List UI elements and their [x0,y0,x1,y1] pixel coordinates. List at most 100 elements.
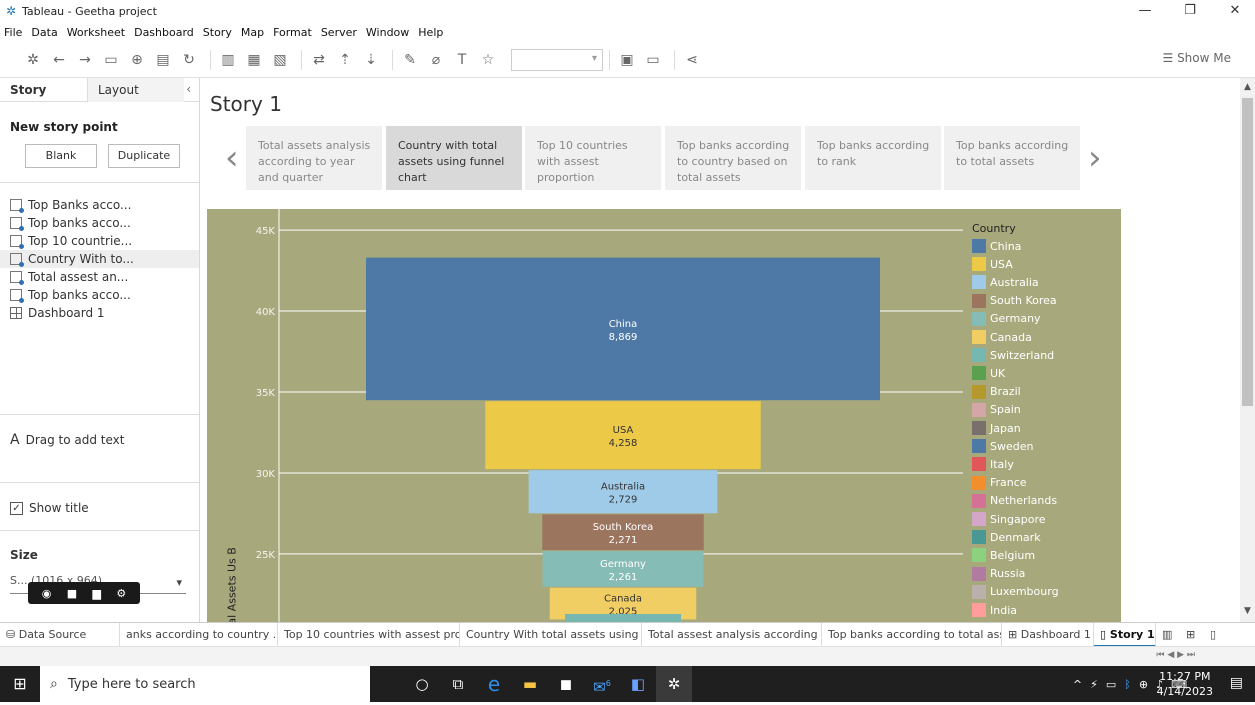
sort-ascending-icon[interactable]: ⇡ [334,49,356,71]
legend-item[interactable]: Russia [972,565,1025,583]
show-me-button[interactable]: ☰ Show Me [1162,51,1231,65]
menu-file[interactable]: File [4,26,22,39]
taskbar-search-input[interactable]: ⌕ Type here to search [40,666,370,702]
show-mark-labels-icon[interactable]: T [451,49,473,71]
legend-item[interactable]: Singapore [972,510,1046,528]
legend-item[interactable]: Japan [972,419,1021,437]
duplicate-button[interactable]: Duplicate [108,144,180,168]
tab-sheet[interactable]: Country With total assets using f... [460,622,642,647]
menu-help[interactable]: Help [418,26,443,39]
legend-item[interactable]: UK [972,364,1005,382]
store-icon[interactable]: ◼ [548,666,584,702]
legend-item[interactable]: Italy [972,455,1014,473]
legend-item[interactable]: China [972,237,1021,255]
presentation-mode-icon[interactable]: ▭ [642,49,664,71]
menu-window[interactable]: Window [366,26,409,39]
scroll-down-arrow-icon[interactable]: ▼ [1242,606,1253,616]
list-item[interactable]: Total assest an... [0,268,199,286]
tableau-taskbar-icon[interactable]: ✲ [656,666,692,702]
menu-dashboard[interactable]: Dashboard [134,26,194,39]
menu-worksheet[interactable]: Worksheet [67,26,125,39]
scroll-up-arrow-icon[interactable]: ▲ [1242,82,1253,92]
blank-button[interactable]: Blank [25,144,97,168]
checkbox-checked-icon[interactable]: ✓ [10,501,23,515]
legend-item[interactable]: Switzerland [972,346,1054,364]
story-point-2[interactable]: Country with total assets using funnel c… [386,126,522,190]
bluetooth-icon[interactable]: ᛒ [1124,678,1131,691]
legend-item[interactable]: Brazil [972,383,1021,401]
menu-format[interactable]: Format [273,26,312,39]
pause-updates-icon[interactable]: ▤ [152,49,174,71]
chevron-up-icon[interactable]: ^ [1073,678,1082,691]
refresh-icon[interactable]: ↻ [178,49,200,71]
story-point-5[interactable]: Top banks according to rank [805,126,941,190]
list-item[interactable]: Dashboard 1 [0,304,199,322]
file-explorer-icon[interactable]: ▬ [512,666,548,702]
edge-browser-icon[interactable]: e [476,666,512,702]
collapse-chevron-icon[interactable]: ‹ [186,82,191,96]
fix-axes-icon[interactable]: ☆ [477,49,499,71]
tab-data-source[interactable]: ⛁ Data Source [0,622,120,647]
legend-item[interactable]: South Korea [972,292,1057,310]
notification-icon[interactable]: ▤ [1230,675,1243,691]
video-camera-icon[interactable]: ■ [67,587,77,600]
tab-sheet[interactable]: Total assest analysis according t... [642,622,822,647]
scrollbar-thumb[interactable] [1242,98,1253,406]
language-icon[interactable]: ⊕ [1139,678,1148,691]
menu-server[interactable]: Server [321,26,357,39]
tab-story[interactable]: Story [0,78,88,102]
menu-data[interactable]: Data [31,26,57,39]
tab-story[interactable]: ▯ Story 1 [1094,622,1156,647]
duplicate-sheet-icon[interactable]: ▦ [243,49,265,71]
new-data-source-icon[interactable]: ⊕ [126,49,148,71]
legend-item[interactable]: Belgium [972,546,1035,564]
highlight-icon[interactable]: ✎ [399,49,421,71]
group-members-icon[interactable]: ⌀ [425,49,447,71]
story-point-3[interactable]: Top 10 countries with assest proportion [525,126,661,190]
menu-map[interactable]: Map [241,26,264,39]
story-next-chevron-icon[interactable]: › [1088,140,1102,176]
legend-item[interactable]: France [972,474,1027,492]
tableau-home-icon[interactable]: ✲ [22,49,44,71]
list-item[interactable]: Country With to... [0,250,199,268]
funnel-bar-partial[interactable] [565,614,681,622]
sheet-navigation-arrows-icon[interactable]: ⏮ ◀ ▶ ⏭ [1156,650,1195,660]
sort-descending-icon[interactable]: ⇣ [360,49,382,71]
tab-sheet[interactable]: Top 10 countries with assest pro... [278,622,460,647]
legend-item[interactable]: Spain [972,401,1021,419]
drag-to-add-text[interactable]: A Drag to add text [10,432,124,448]
story-point-4[interactable]: Top banks according to country based on … [665,126,801,190]
share-icon[interactable]: ⋖ [681,49,703,71]
legend-item[interactable]: Canada [972,328,1032,346]
legend-item[interactable]: India [972,601,1017,619]
tab-layout[interactable]: Layout [88,78,184,102]
network-icon[interactable]: ⚡ [1090,678,1098,691]
task-view-icon[interactable]: ⧉ [440,666,476,702]
mail-icon[interactable]: ✉6 [584,666,620,702]
minimize-button[interactable]: — [1125,0,1165,22]
story-point-1[interactable]: Total assets analysis according to year … [246,126,382,190]
tab-sheet[interactable]: Top banks according to total ass... [822,622,1002,647]
legend-item[interactable]: Netherlands [972,492,1057,510]
new-worksheet-tab-icon[interactable]: ▥ [1156,623,1180,647]
tab-dashboard[interactable]: ⊞ Dashboard 1 [1002,622,1094,647]
legend-item[interactable]: USA [972,255,1013,273]
story-point-6[interactable]: Top banks according to total assets [944,126,1080,190]
restore-button[interactable]: ❐ [1170,0,1210,22]
camera-icon[interactable]: ◉ [42,587,52,600]
list-item[interactable]: Top Banks acco... [0,196,199,214]
save-icon[interactable]: ▭ [100,49,122,71]
fit-dropdown[interactable] [511,48,603,71]
taskbar-clock[interactable]: 11:27 PM 4/14/2023 [1157,669,1213,699]
legend-item[interactable]: Sweden [972,437,1033,455]
windows-start-icon[interactable]: ⊞ [0,666,40,702]
clear-sheet-icon[interactable]: ▧ [269,49,291,71]
menu-story[interactable]: Story [203,26,232,39]
list-item[interactable]: Top banks acco... [0,214,199,232]
legend-item[interactable]: Australia [972,273,1039,291]
swap-axes-icon[interactable]: ⇄ [308,49,330,71]
forward-arrow-icon[interactable]: → [74,49,96,71]
new-worksheet-icon[interactable]: ▥ [217,49,239,71]
show-cards-icon[interactable]: ▣ [616,49,638,71]
battery-icon[interactable]: ▭ [1106,678,1116,691]
